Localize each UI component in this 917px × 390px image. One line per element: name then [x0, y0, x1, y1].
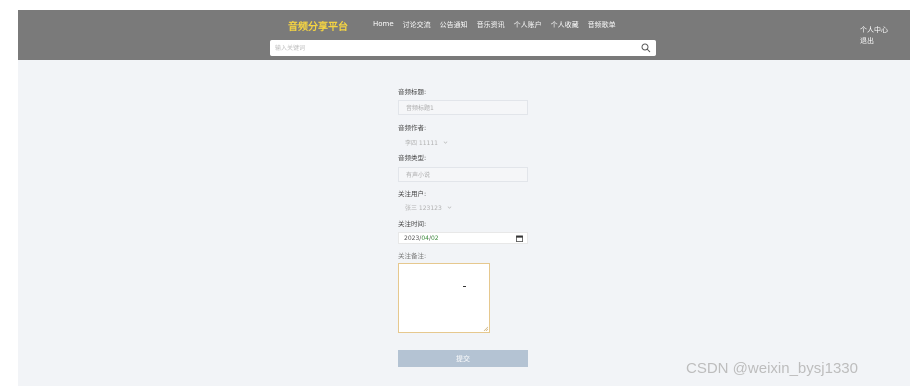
- author-select[interactable]: 李四 11111: [398, 136, 465, 148]
- date-year: 2023: [404, 234, 420, 242]
- search-bar: [270, 40, 656, 56]
- watermark: CSDN @weixin_bysj1330: [686, 360, 858, 377]
- follow-user-select[interactable]: 张三 123123: [398, 201, 465, 213]
- resize-grip-icon[interactable]: [483, 326, 488, 331]
- nav-playlists[interactable]: 音频歌单: [588, 20, 616, 30]
- title-label: 音频标题:: [398, 88, 427, 96]
- logout-link[interactable]: 退出: [860, 36, 888, 47]
- search-icon[interactable]: [641, 43, 651, 53]
- nav-personal-account[interactable]: 个人账户: [514, 20, 542, 30]
- nav-announcements[interactable]: 公告通知: [440, 20, 468, 30]
- type-label: 音频类型:: [398, 154, 427, 162]
- main-nav: Home 讨论交流 公告通知 音乐资讯 个人账户 个人收藏 音频歌单: [373, 20, 616, 30]
- nav-music-news[interactable]: 音乐资讯: [477, 20, 505, 30]
- nav-discussion[interactable]: 讨论交流: [403, 20, 431, 30]
- text-cursor: [463, 286, 466, 287]
- remark-textarea[interactable]: [398, 263, 490, 333]
- nav-favorites[interactable]: 个人收藏: [551, 20, 579, 30]
- title-field[interactable]: 音频标题1: [398, 100, 528, 115]
- chevron-down-icon: [443, 140, 448, 144]
- top-header: 音频分享平台 Home 讨论交流 公告通知 音乐资讯 个人账户 个人收藏 音频歌…: [18, 10, 910, 60]
- date-month: 04: [421, 234, 429, 242]
- search-input[interactable]: [270, 41, 640, 55]
- nav-home[interactable]: Home: [373, 20, 394, 30]
- follow-time-label: 关注时间:: [398, 220, 427, 228]
- date-day: 02: [430, 234, 439, 242]
- calendar-icon[interactable]: [516, 235, 523, 242]
- follow-user-select-value: 张三 123123: [405, 204, 442, 212]
- main-content: 音频标题: 音频标题1 音频作者: 李四 11111 音频类型: 有声小说 关注…: [18, 60, 910, 386]
- remark-label: 关注备注:: [398, 252, 427, 260]
- author-select-value: 李四 11111: [405, 139, 438, 147]
- follow-user-label: 关注用户:: [398, 190, 427, 198]
- brand-title[interactable]: 音频分享平台: [288, 18, 348, 33]
- submit-button[interactable]: 提交: [398, 350, 528, 367]
- chevron-down-icon: [447, 205, 452, 209]
- type-field[interactable]: 有声小说: [398, 167, 528, 182]
- user-menu: 个人中心 退出: [860, 25, 888, 47]
- author-label: 音频作者:: [398, 124, 427, 132]
- follow-date-input[interactable]: 2023/04/02: [398, 232, 528, 244]
- personal-center-link[interactable]: 个人中心: [860, 25, 888, 36]
